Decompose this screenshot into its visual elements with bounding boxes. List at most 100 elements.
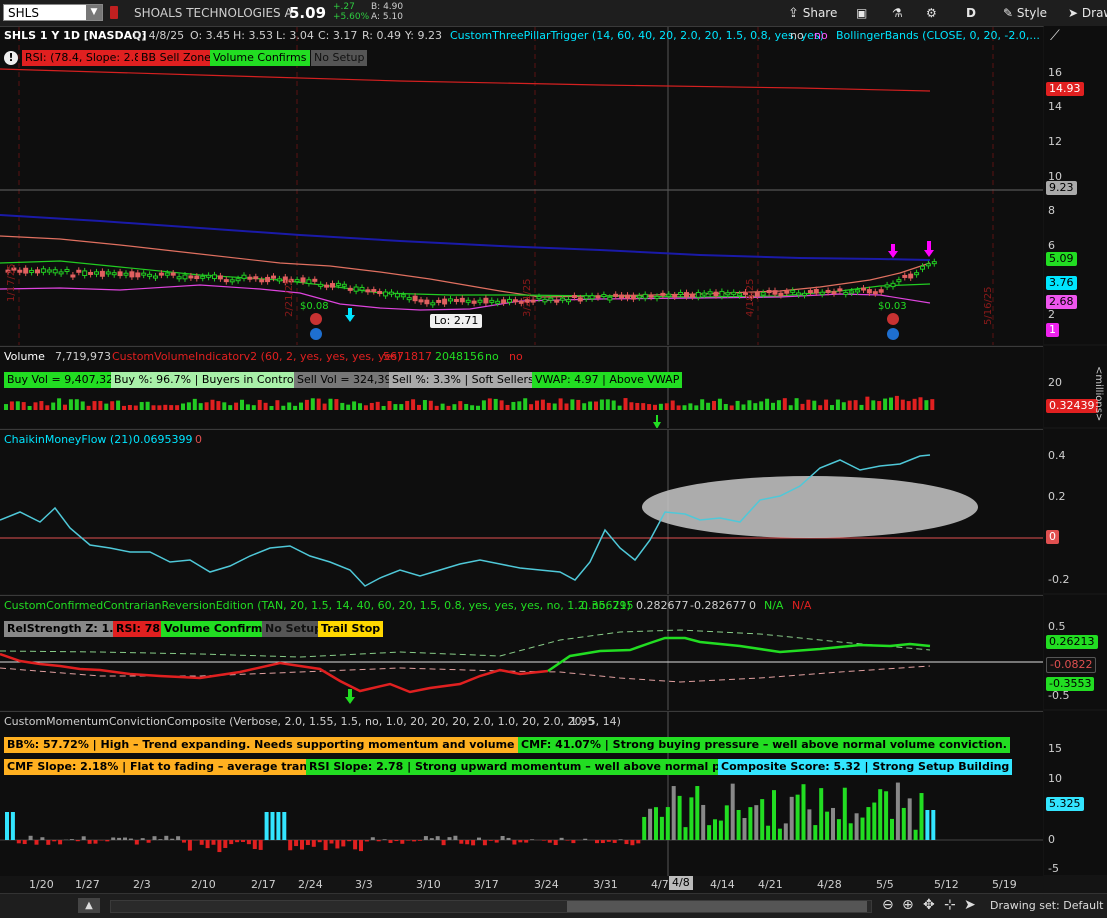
volume-bar	[10, 401, 14, 410]
scrollbar-thumb[interactable]	[567, 901, 867, 912]
candle-body	[301, 278, 305, 282]
crr-title[interactable]: CustomConfirmedContrarianReversionEditio…	[4, 599, 631, 612]
volume-bar	[895, 396, 899, 410]
cmf-zero-value: 0	[195, 433, 202, 446]
contrarian-pane[interactable]: CustomConfirmedContrarianReversionEditio…	[0, 595, 1043, 710]
candle-body	[148, 274, 152, 276]
study-val-1: no	[790, 29, 804, 42]
candle-body	[454, 299, 458, 301]
momentum-axis[interactable]: 15 10 5.325 0 -5	[1044, 711, 1107, 875]
candle-body	[490, 300, 494, 302]
flask-button[interactable]: ⚗	[892, 4, 903, 22]
crosshair-icon[interactable]: ⊹	[944, 897, 956, 913]
style-button[interactable]: ✎ Style	[1003, 4, 1047, 22]
study-bollinger[interactable]: BollingerBands (CLOSE, 0, 20, -2.0,...	[836, 29, 1040, 42]
momentum-bar	[200, 840, 204, 845]
volume-bar	[51, 403, 55, 410]
price-tag-crosshair: 9.23	[1046, 181, 1077, 195]
momentum-bar	[884, 791, 888, 840]
cmf-title[interactable]: ChaikinMoneyFlow (21)	[4, 433, 133, 446]
xtick-1-27: 1/27	[75, 878, 100, 891]
horizontal-scrollbar[interactable]	[110, 900, 872, 913]
cmf-percent-label: CMF: 41.07% | Strong buying pressure – w…	[518, 737, 1010, 753]
drawings-button[interactable]: ➤ Draw	[1068, 4, 1107, 22]
xtick-3-3: 3/3	[355, 878, 373, 891]
zoom-out-icon[interactable]: ⊖	[882, 897, 894, 913]
candle-body	[885, 285, 889, 287]
candle-body	[679, 293, 683, 295]
cmf-pane[interactable]: ChaikinMoneyFlow (21) 0.0695399 0	[0, 429, 1043, 594]
candle-body	[431, 303, 435, 305]
settings-button[interactable]: ⚙	[926, 4, 937, 22]
candle-body	[319, 284, 323, 286]
symbol-flag-icon[interactable]	[110, 6, 118, 19]
price-pane[interactable]: SHLS 1 Y 1D [NASDAQ] D: 4/8/25 O: 3.45 H…	[0, 26, 1043, 345]
volume-bar	[582, 403, 586, 410]
pan-icon[interactable]: ✥	[923, 897, 935, 913]
volume-bar	[140, 402, 144, 410]
momentum-pane[interactable]: CustomMomentumConvictionComposite (Verbo…	[0, 711, 1043, 876]
momentum-bar	[182, 840, 186, 843]
earnings-info-icon-2	[887, 328, 899, 340]
momentum-bar	[35, 840, 39, 845]
momentum-bar	[524, 840, 528, 843]
xtick-5-19: 5/19	[992, 878, 1017, 891]
volume-bar	[323, 404, 327, 410]
candle-body	[71, 275, 75, 277]
buy-percent-label: Buy %: 96.7% | Buyers in Control	[111, 372, 300, 388]
candle-body	[313, 279, 317, 281]
save-layout-button[interactable]: ▣	[856, 4, 867, 22]
date-marker-1: 1/17/25	[6, 263, 17, 302]
momentum-bar	[111, 837, 115, 840]
candle-body	[549, 298, 553, 300]
volume-bar	[423, 400, 427, 410]
volume-bar	[364, 405, 368, 410]
rsi-label: RSI: (78.4, Slope: 2.8)	[22, 50, 148, 66]
momentum-bar	[206, 840, 210, 848]
symbol-input[interactable]: SHLS ▼	[3, 4, 103, 21]
share-button[interactable]: ⇪ Share	[788, 4, 837, 22]
momentum-bar	[365, 840, 369, 841]
collapse-panel-button[interactable]: ▲	[78, 898, 100, 913]
trail-stop-label: Trail Stop	[318, 621, 383, 637]
drawing-tool-icon[interactable]: ⟋	[1050, 28, 1068, 46]
volume-bar	[329, 399, 333, 410]
candle-body	[248, 277, 252, 279]
volume-bar	[877, 401, 881, 410]
volume-bar	[287, 402, 291, 410]
zoom-in-icon[interactable]: ⊕	[902, 897, 914, 913]
momentum-bar	[276, 812, 280, 840]
price-axis[interactable]: ⟋ 16 14 12 10 8 6 4 2 14.93 9.23 5.09 3.…	[1044, 26, 1107, 344]
crr-ytick-0-5: 0.5	[1048, 620, 1066, 633]
drawing-set-label[interactable]: Drawing set: Default	[990, 899, 1103, 912]
momentum-bar	[212, 840, 216, 845]
volume-bar	[677, 405, 681, 410]
volume-bar	[16, 401, 20, 410]
candle-body	[561, 298, 565, 300]
volume-title: Volume	[4, 350, 45, 363]
momentum-bar	[548, 840, 552, 843]
candle-body	[903, 275, 907, 277]
cmf-axis[interactable]: 0.4 0.2 0 -0.2	[1044, 429, 1107, 593]
candle-body	[413, 296, 417, 300]
candle-body	[207, 275, 211, 277]
mcc-title[interactable]: CustomMomentumConvictionComposite (Verbo…	[4, 715, 621, 728]
period-label: D	[966, 6, 976, 20]
ytick-8: 8	[1048, 204, 1055, 217]
study-three-pillar[interactable]: CustomThreePillarTrigger (14, 60, 40, 20…	[450, 29, 824, 42]
candle-body	[572, 296, 576, 298]
contrarian-axis[interactable]: 0.5 0.26213 -0.0822 -0.3553 -0.5	[1044, 595, 1107, 709]
candle-body	[142, 273, 146, 275]
cyan-buy-arrow	[345, 308, 355, 322]
volume-axis[interactable]: 20 0.32439 <millions>	[1044, 346, 1107, 427]
symbol-dropdown-icon[interactable]: ▼	[86, 5, 102, 20]
volume-study[interactable]: CustomVolumeIndicatorv2 (60, 2, yes, yes…	[112, 350, 401, 363]
momentum-bar	[312, 840, 316, 847]
volume-bar	[919, 397, 923, 410]
alert-icon[interactable]: !	[4, 51, 18, 65]
volume-bar	[600, 400, 604, 410]
pointer-icon[interactable]: ➤	[964, 897, 976, 913]
volume-pane[interactable]: Volume 7,719,973 CustomVolumeIndicatorv2…	[0, 346, 1043, 428]
period-button[interactable]: D	[966, 4, 976, 22]
magenta-sell-arrow	[888, 244, 898, 258]
